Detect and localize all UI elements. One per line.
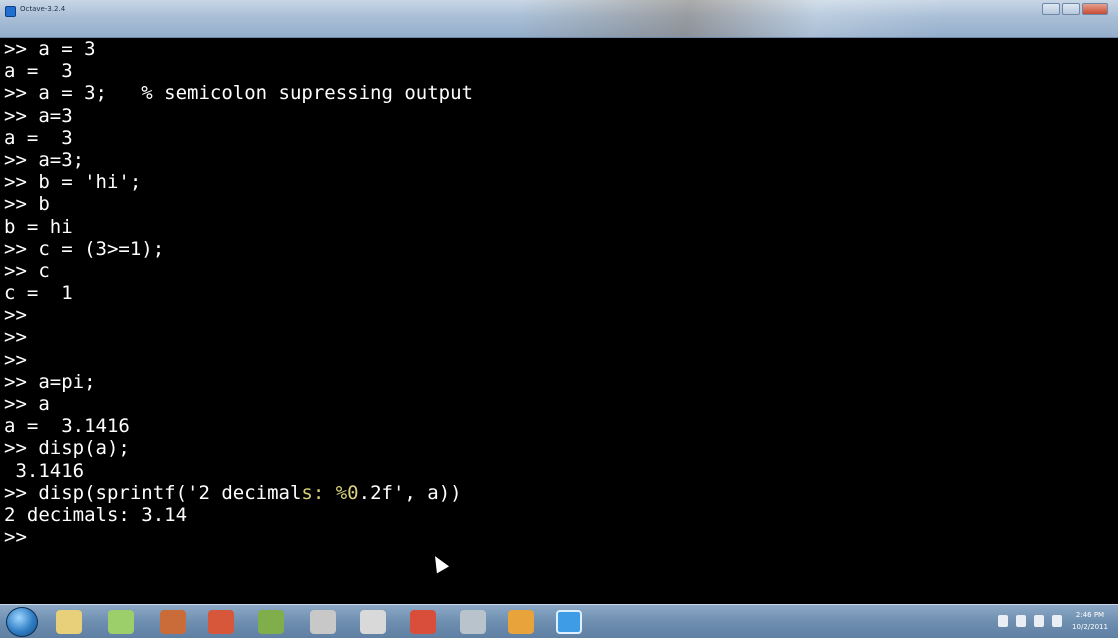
terminal-line: >>: [4, 326, 27, 349]
terminal-line: >>: [4, 348, 27, 371]
clock[interactable]: 2:46 PM 10/2/2011: [1068, 609, 1112, 633]
chrome-icon[interactable]: [410, 610, 436, 634]
media-icon[interactable]: [108, 610, 134, 634]
octave-icon[interactable]: [556, 610, 582, 634]
device-icon[interactable]: [360, 610, 386, 634]
terminal-line: a = 3.1416: [4, 415, 130, 438]
terminal-line: >>: [4, 304, 27, 327]
highlight-after: .2f', a)): [358, 481, 462, 504]
window-controls: [1042, 3, 1108, 17]
explorer-icon[interactable]: [56, 610, 82, 634]
terminal-line: >> a: [4, 393, 50, 415]
powerpoint-icon[interactable]: [208, 610, 234, 634]
tools-icon[interactable]: [160, 610, 186, 634]
terminal-line: >> b = 'hi';: [4, 171, 142, 194]
terminal-line: >> a=3;: [4, 148, 85, 171]
volume-icon[interactable]: [1016, 615, 1026, 627]
clock-time: 2:46 PM: [1075, 611, 1105, 619]
terminal-line: >> a = 3; % semicolon supressing output: [4, 82, 473, 105]
search-icon[interactable]: [460, 610, 486, 634]
tray-arrow-icon[interactable]: [998, 615, 1008, 627]
terminal-line-highlighted: >> disp(sprintf('2 decimals: %0.2f', a)): [4, 482, 1118, 504]
highlight-selection: s: %0: [301, 481, 359, 504]
clock-date: 10/2/2011: [1072, 623, 1108, 631]
terminal-line: >> disp(a);: [4, 437, 130, 460]
terminal-line: >> a=pi;: [4, 370, 96, 393]
usb-icon[interactable]: [310, 610, 336, 634]
network-icon[interactable]: [258, 610, 284, 634]
terminal-line: b = hi: [4, 215, 73, 238]
system-tray: [998, 615, 1062, 627]
terminal-output[interactable]: >> a = 3 a = 3 >> a = 3; % semicolon sup…: [0, 38, 1118, 604]
terminal-line: 2 decimals: 3.14: [4, 503, 188, 526]
close-button[interactable]: [1082, 3, 1108, 15]
minimize-button[interactable]: [1042, 3, 1060, 15]
terminal-line: a = 3: [4, 60, 73, 83]
title-bar: Octave-3.2.4: [0, 0, 1118, 38]
title-bar-glass: [520, 0, 940, 37]
terminal-line: >> b: [4, 193, 50, 216]
terminal-line: c = 1: [4, 282, 73, 305]
start-button[interactable]: [6, 607, 38, 637]
flag-icon[interactable]: [1034, 615, 1044, 627]
terminal-line: >> c: [4, 259, 50, 282]
terminal-line: >> c = (3>=1);: [4, 237, 165, 260]
highlight-before: >> disp(sprintf('2 decimal: [4, 481, 302, 504]
terminal-line: >> a=3: [4, 104, 73, 127]
terminal-line: a = 3: [4, 126, 73, 149]
taskbar: 2:46 PM 10/2/2011: [0, 604, 1118, 638]
network-tray-icon[interactable]: [1052, 615, 1062, 627]
prompt: >>: [4, 526, 27, 549]
terminal-prompt-line[interactable]: >>: [4, 526, 1118, 548]
paint-icon[interactable]: [508, 610, 534, 634]
terminal-line: >> a = 3: [4, 38, 96, 60]
terminal-line: 3.1416: [4, 459, 85, 482]
maximize-button[interactable]: [1062, 3, 1080, 15]
octave-app-icon: [5, 6, 16, 17]
window-title: Octave-3.2.4: [20, 5, 66, 13]
